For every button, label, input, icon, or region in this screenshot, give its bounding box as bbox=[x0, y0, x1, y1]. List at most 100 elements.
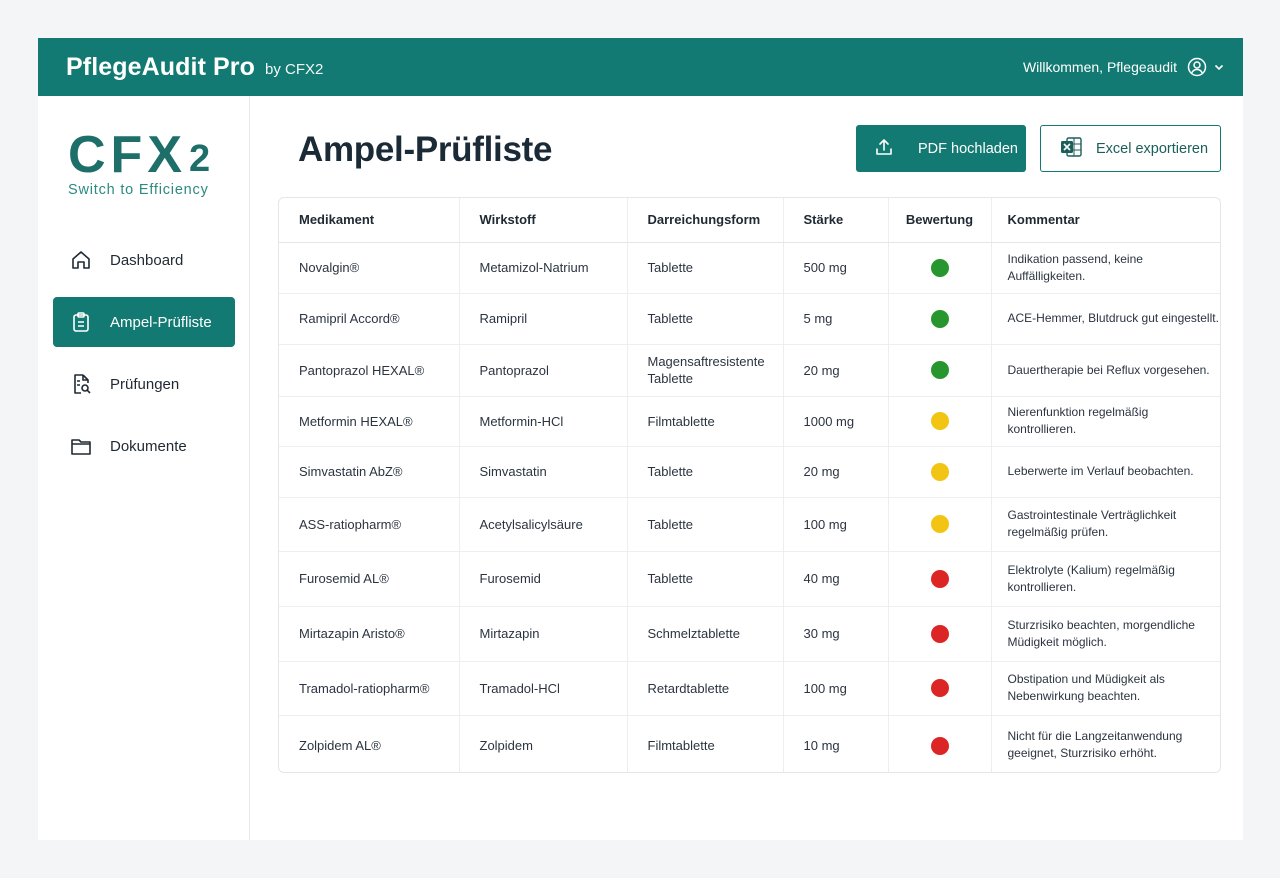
table-row[interactable]: Metformin HEXAL® Metformin-HCl Filmtablett… bbox=[279, 396, 1220, 447]
document-search-icon bbox=[70, 373, 92, 395]
rating-cell bbox=[888, 242, 992, 294]
strength-cell: 100 mg bbox=[783, 661, 889, 716]
rating-cell bbox=[888, 497, 992, 552]
strength-cell: 1000 mg bbox=[783, 396, 889, 447]
comment-cell: Elektrolyte (Kalium) regelmäßig kontroll… bbox=[991, 551, 1220, 607]
sidebar: CFX 2 Switch to Efficiency Dashboard Amp… bbox=[38, 96, 250, 840]
strength-cell: 100 mg bbox=[783, 497, 889, 552]
comment-cell: Nicht für die Langzeitanwendung geeignet… bbox=[1007, 729, 1183, 761]
table-row[interactable]: Tramadol-ratiopharm® Tramadol-HCl Retardta… bbox=[279, 661, 1220, 716]
dosage-form-cell: Tablette bbox=[627, 551, 784, 607]
sidebar-item-label: Ampel-Prüfliste bbox=[110, 313, 212, 331]
strength-cell: 500 mg bbox=[783, 242, 889, 294]
table-row[interactable]: Zolpidem AL® Zolpidem Filmtablette 10 mg Nic… bbox=[279, 715, 1220, 772]
dosage-form-cell: Filmtablette bbox=[627, 396, 784, 447]
rating-cell bbox=[888, 293, 992, 345]
table-row[interactable]: Furosemid AL® Furosemid Tablette 40 mg Elekt… bbox=[279, 551, 1220, 607]
top-bar: PflegeAudit Pro by CFX2 Willkommen, Pfle… bbox=[38, 38, 1243, 96]
comment-cell: Leberwerte im Verlauf beobachten. bbox=[991, 446, 1220, 498]
comment-cell: Nierenfunktion regelmäßig kontrollieren. bbox=[991, 396, 1220, 447]
dosage-form-cell: Retardtablette bbox=[627, 661, 784, 716]
rating-cell bbox=[888, 661, 992, 716]
medication-cell: Zolpidem AL® bbox=[279, 715, 460, 772]
rating-cell bbox=[888, 344, 992, 397]
table-row[interactable]: Novalgin® Metamizol-Natrium Tablette 500 mg… bbox=[279, 242, 1220, 294]
table-row[interactable]: Pantoprazol HEXAL® Pantoprazol Magensaftre… bbox=[279, 344, 1220, 397]
comment-cell: Dauertherapie bei Reflux vorgesehen. bbox=[991, 344, 1220, 397]
status-yellow-dot bbox=[930, 462, 949, 481]
upload-icon bbox=[874, 137, 894, 161]
substance-cell: Acetylsalicylsäure bbox=[459, 497, 628, 552]
page-title: Ampel-Prüfliste bbox=[298, 130, 553, 169]
column-header[interactable]: Darreichungsform bbox=[627, 198, 784, 243]
dosage-form-cell: Tablette bbox=[627, 446, 784, 498]
medication-cell: Ramipril Accord® bbox=[279, 293, 460, 345]
sidebar-item-dokumente[interactable]: Dokumente bbox=[53, 421, 235, 471]
medication-cell: Novalgin® bbox=[279, 242, 460, 294]
status-yellow-dot bbox=[930, 412, 949, 431]
substance-cell: Simvastatin bbox=[459, 446, 628, 498]
excel-export-button[interactable]: Excel exportieren bbox=[1040, 125, 1221, 172]
status-red-dot bbox=[930, 569, 949, 588]
medication-table: Medikament Wirkstoff Darreichungsform St… bbox=[278, 197, 1221, 773]
substance-cell: Furosemid bbox=[459, 551, 628, 607]
column-header[interactable]: Wirkstoff bbox=[459, 198, 628, 243]
chevron-down-icon[interactable] bbox=[1213, 61, 1225, 73]
status-green-dot bbox=[930, 258, 949, 277]
dosage-form-cell: Tablette bbox=[627, 293, 784, 345]
column-header[interactable]: Bewertung bbox=[888, 198, 992, 243]
pdf-upload-button[interactable]: PDF hochladen bbox=[856, 125, 1026, 172]
column-header[interactable]: Stärke bbox=[783, 198, 889, 243]
strength-cell: 30 mg bbox=[783, 606, 889, 662]
sidebar-item-label: Prüfungen bbox=[110, 375, 180, 393]
home-icon bbox=[70, 249, 92, 271]
table-row[interactable]: Ramipril Accord® Ramipril Tablette 5 mg ACE-… bbox=[279, 293, 1220, 345]
welcome-text: Willkommen, Pflegeaudit bbox=[1022, 59, 1177, 75]
substance-cell: Pantoprazol bbox=[459, 344, 628, 397]
dosage-form-cell: Filmtablette bbox=[627, 715, 784, 772]
substance-cell: Tramadol-HCl bbox=[459, 661, 628, 716]
comment-cell: ACE-Hemmer, Blutdruck gut eingestellt. bbox=[991, 293, 1220, 345]
column-header[interactable]: Medikament bbox=[279, 198, 460, 243]
rating-cell bbox=[888, 551, 992, 607]
medication-cell: Pantoprazol HEXAL® bbox=[279, 344, 460, 397]
strength-cell: 40 mg bbox=[783, 551, 889, 607]
app-window: PflegeAudit Pro by CFX2 Willkommen, Pfle… bbox=[38, 38, 1243, 840]
comment-cell: Gastrointestinale Verträglichkeit regelm… bbox=[991, 497, 1220, 552]
sidebar-item-ampel-pruefliste[interactable]: Ampel-Prüfliste bbox=[53, 297, 235, 347]
status-red-dot bbox=[930, 679, 949, 698]
comment-cell: Sturzrisiko beachten, morgendliche Müdig… bbox=[991, 606, 1220, 662]
strength-cell: 20 mg bbox=[783, 344, 889, 397]
medication-cell: Tramadol-ratiopharm® bbox=[279, 661, 460, 716]
cfx2-logo: CFX 2 Switch to Efficiency bbox=[68, 129, 210, 198]
status-red-dot bbox=[930, 736, 949, 755]
app-name: PflegeAudit Pro bbox=[66, 52, 256, 81]
user-icon[interactable] bbox=[1187, 57, 1207, 77]
sidebar-item-pruefungen[interactable]: Prüfungen bbox=[53, 359, 235, 409]
column-header[interactable]: Kommentar bbox=[991, 198, 1220, 243]
status-yellow-dot bbox=[930, 515, 949, 534]
sidebar-item-label: Dokumente bbox=[110, 437, 187, 455]
excel-export-label: Excel exportieren bbox=[1096, 140, 1209, 157]
sidebar-item-label: Dashboard bbox=[110, 251, 184, 269]
main-content: Ampel-Prüfliste PDF hochladen Excel expo… bbox=[250, 96, 1243, 840]
substance-cell: Metamizol-Natrium bbox=[459, 242, 628, 294]
dosage-form-cell: Magensaftresistente Tablette bbox=[627, 344, 784, 397]
app-by-label: by CFX2 bbox=[265, 60, 324, 78]
medication-cell: Mirtazapin Aristo® bbox=[279, 606, 460, 662]
substance-cell: Ramipril bbox=[459, 293, 628, 345]
sidebar-item-dashboard[interactable]: Dashboard bbox=[53, 235, 235, 285]
clipboard-icon bbox=[70, 311, 92, 333]
strength-cell: 20 mg bbox=[783, 446, 889, 498]
comment-cell: Indikation passend, keine Auffälligkeite… bbox=[991, 242, 1220, 294]
pdf-upload-label: PDF hochladen bbox=[918, 140, 1018, 157]
strength-cell: 10 mg bbox=[783, 715, 889, 772]
table-row[interactable]: Simvastatin AbZ® Simvastatin Tablette 20 mg… bbox=[279, 446, 1220, 498]
folder-icon bbox=[70, 435, 92, 457]
table-row[interactable]: ASS-ratiopharm® Acetylsalicylsäure Tablett… bbox=[279, 497, 1220, 552]
table-header-row: Medikament Wirkstoff Darreichungsform St… bbox=[279, 198, 1220, 243]
table-row[interactable]: Mirtazapin Aristo® Mirtazapin Schmelztable… bbox=[279, 606, 1220, 662]
medication-cell: Metformin HEXAL® bbox=[279, 396, 460, 447]
status-green-dot bbox=[930, 361, 949, 380]
medication-cell: Furosemid AL® bbox=[279, 551, 460, 607]
